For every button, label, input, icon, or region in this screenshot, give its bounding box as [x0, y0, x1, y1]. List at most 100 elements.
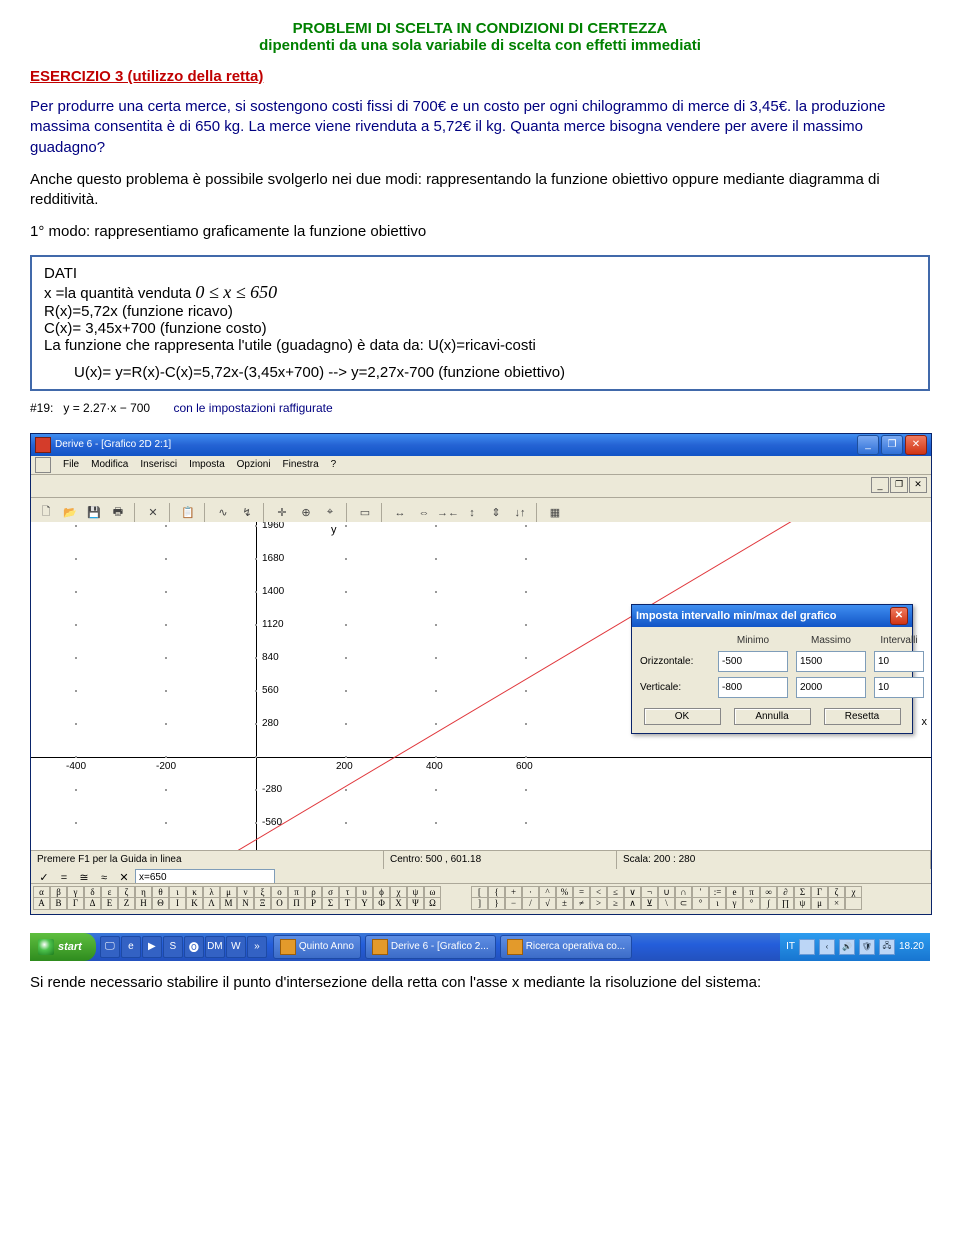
op-11b[interactable]: \ — [658, 897, 675, 910]
ql-skype-icon[interactable]: S — [163, 936, 183, 958]
op-0b[interactable]: ] — [471, 897, 488, 910]
op-7b[interactable]: > — [590, 897, 607, 910]
op-2b[interactable]: − — [505, 897, 522, 910]
sym-Σ[interactable]: Σ — [322, 897, 339, 910]
menu-opzioni[interactable]: Opzioni — [231, 457, 277, 472]
range-dialog[interactable]: Imposta intervallo min/max del grafico ✕… — [631, 604, 913, 734]
tray-chevron-icon[interactable]: ‹ — [819, 939, 835, 955]
op-5b[interactable]: ± — [556, 897, 573, 910]
sym-Ξ[interactable]: Ξ — [254, 897, 271, 910]
open-icon[interactable]: 📂 — [59, 502, 81, 524]
clock[interactable]: 18.20 — [899, 941, 924, 952]
op-10b[interactable]: ⊻ — [641, 897, 658, 910]
sym-Δ[interactable]: Δ — [84, 897, 101, 910]
tray-shield-icon[interactable]: 🛡 — [859, 939, 875, 955]
sym-Π[interactable]: Π — [288, 897, 305, 910]
h-min-input[interactable] — [718, 651, 788, 672]
sym-Υ[interactable]: Υ — [356, 897, 373, 910]
ql-desktop-icon[interactable]: 🖵 — [100, 936, 120, 958]
op-21b[interactable]: × — [828, 897, 845, 910]
sym-Ρ[interactable]: Ρ — [305, 897, 322, 910]
center-origin-icon[interactable]: ⌖ — [319, 502, 341, 524]
zoom-in-v-icon[interactable]: ↓↑ — [509, 502, 531, 524]
sym-Ο[interactable]: Ο — [271, 897, 288, 910]
print-icon[interactable]: 🖶 — [107, 502, 129, 524]
system-tray[interactable]: IT ‹ 🔊 🛡 🖧 18.20 — [780, 933, 930, 961]
op-8b[interactable]: ≥ — [607, 897, 624, 910]
sym-Γ[interactable]: Γ — [67, 897, 84, 910]
sym-Φ[interactable]: Φ — [373, 897, 390, 910]
op-9b[interactable]: ∧ — [624, 897, 641, 910]
op-12b[interactable]: ⊂ — [675, 897, 692, 910]
menu-inserisci[interactable]: Inserisci — [134, 457, 183, 472]
dialog-close-button[interactable]: ✕ — [890, 607, 908, 625]
zoom-up-icon[interactable]: ↕ — [461, 502, 483, 524]
sym-Ε[interactable]: Ε — [101, 897, 118, 910]
ql-dm-icon[interactable]: DM — [205, 936, 225, 958]
tray-network-icon[interactable]: 🖧 — [879, 939, 895, 955]
task-item-1[interactable]: Derive 6 - [Grafico 2... — [365, 935, 496, 959]
v-min-input[interactable] — [718, 677, 788, 698]
menu-modifica[interactable]: Modifica — [85, 457, 134, 472]
sym-Τ[interactable]: Τ — [339, 897, 356, 910]
sym-Ι[interactable]: Ι — [169, 897, 186, 910]
tray-volume-icon[interactable]: 🔊 — [839, 939, 855, 955]
op-22b[interactable] — [845, 897, 862, 910]
zoom-right-icon[interactable]: ⇔ — [413, 502, 435, 524]
dialog-cancel-button[interactable]: Annulla — [734, 708, 811, 725]
menu-?[interactable]: ? — [325, 457, 343, 472]
op-17b[interactable]: ∫ — [760, 897, 777, 910]
op-19b[interactable]: ψ — [794, 897, 811, 910]
h-int-input[interactable] — [874, 651, 924, 672]
op-15b[interactable]: γ — [726, 897, 743, 910]
lang-indicator[interactable]: IT — [786, 941, 795, 952]
ql-expand-icon[interactable]: » — [247, 936, 267, 958]
center-cross-icon[interactable]: ⊕ — [295, 502, 317, 524]
op-4b[interactable]: √ — [539, 897, 556, 910]
titlebar[interactable]: Derive 6 - [Grafico 2D 2:1] _ ❐ ✕ — [31, 434, 931, 456]
menu-finestra[interactable]: Finestra — [277, 457, 325, 472]
cross-icon[interactable]: ✛ — [271, 502, 293, 524]
sym-Θ[interactable]: Θ — [152, 897, 169, 910]
sym-Ψ[interactable]: Ψ — [407, 897, 424, 910]
dialog-titlebar[interactable]: Imposta intervallo min/max del grafico ✕ — [632, 605, 912, 627]
start-button[interactable]: start — [30, 933, 96, 961]
windows-taskbar[interactable]: start 🖵 e ▶ S 🅞 DM W » Quinto AnnoDerive… — [30, 933, 930, 961]
sym-Μ[interactable]: Μ — [220, 897, 237, 910]
dialog-reset-button[interactable]: Resetta — [824, 708, 901, 725]
sym-Ν[interactable]: Ν — [237, 897, 254, 910]
sym-Κ[interactable]: Κ — [186, 897, 203, 910]
dialog-ok-button[interactable]: OK — [644, 708, 721, 725]
maximize-button[interactable]: ❐ — [881, 435, 903, 455]
trace-icon[interactable]: ↯ — [236, 502, 258, 524]
minimize-button[interactable]: _ — [857, 435, 879, 455]
close-button[interactable]: ✕ — [905, 435, 927, 455]
op-18b[interactable]: ∏ — [777, 897, 794, 910]
sym-Ζ[interactable]: Ζ — [118, 897, 135, 910]
zoom-left-icon[interactable]: ↔ — [389, 502, 411, 524]
task-item-0[interactable]: Quinto Anno — [273, 935, 361, 959]
v-int-input[interactable] — [874, 677, 924, 698]
ql-mplayer-icon[interactable]: ▶ — [142, 936, 162, 958]
sym-Β[interactable]: Β — [50, 897, 67, 910]
zoom-in-h-icon[interactable]: →← — [437, 502, 459, 524]
op-6b[interactable]: ≠ — [573, 897, 590, 910]
range-icon[interactable]: ▭ — [354, 502, 376, 524]
op-20b[interactable]: μ — [811, 897, 828, 910]
ql-word-icon[interactable]: W — [226, 936, 246, 958]
op-1b[interactable]: } — [488, 897, 505, 910]
op-14b[interactable]: ι — [709, 897, 726, 910]
copy-icon[interactable]: 📋 — [177, 502, 199, 524]
mdi-icon[interactable] — [35, 457, 51, 473]
menu-file[interactable]: File — [57, 457, 85, 472]
delete-icon[interactable]: ✕ — [142, 502, 164, 524]
h-max-input[interactable] — [796, 651, 866, 672]
sym-Ω[interactable]: Ω — [424, 897, 441, 910]
new-icon[interactable]: 🗋 — [35, 502, 57, 524]
plot-icon[interactable]: ∿ — [212, 502, 234, 524]
ql-op-icon[interactable]: 🅞 — [184, 936, 204, 958]
op-13b[interactable]: ° — [692, 897, 709, 910]
op-16b[interactable]: ° — [743, 897, 760, 910]
sym-Χ[interactable]: Χ — [390, 897, 407, 910]
ql-ie-icon[interactable]: e — [121, 936, 141, 958]
